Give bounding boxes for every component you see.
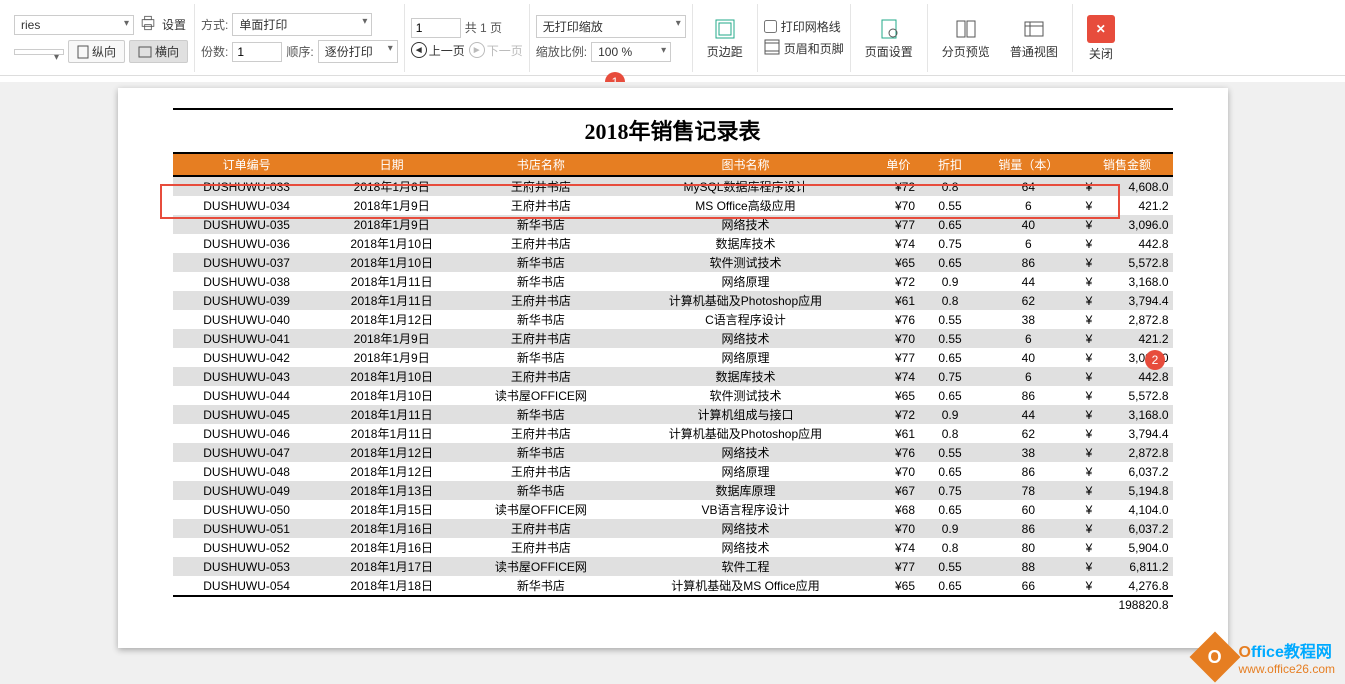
table-row: DUSHUWU-0542018年1月18日新华书店计算机基础及MS Office… bbox=[173, 576, 1173, 596]
table-row: DUSHUWU-0492018年1月13日新华书店数据库原理¥670.7578¥… bbox=[173, 481, 1173, 500]
normal-view-button[interactable]: 普通视图 bbox=[1002, 15, 1066, 62]
copies-input[interactable] bbox=[232, 42, 282, 62]
sales-table: 订单编号日期书店名称图书名称单价折扣销量（本）销售金额 DUSHUWU-0332… bbox=[173, 152, 1173, 613]
margins-button[interactable]: 页边距 bbox=[699, 15, 751, 62]
table-row: DUSHUWU-0352018年1月9日新华书店网络技术¥770.6540¥3,… bbox=[173, 215, 1173, 234]
table-header: 折扣 bbox=[925, 153, 975, 176]
paper-dropdown[interactable] bbox=[14, 49, 64, 55]
copies-label: 份数: bbox=[201, 43, 228, 60]
portrait-button[interactable]: 纵向 bbox=[68, 40, 125, 63]
mode-dropdown[interactable]: 单面打印 bbox=[232, 13, 372, 36]
page-input[interactable] bbox=[411, 18, 461, 38]
zoom-ratio-dropdown[interactable]: 100 % bbox=[591, 42, 671, 62]
table-row: DUSHUWU-0432018年1月10日王府井书店数据库技术¥740.756¥… bbox=[173, 367, 1173, 386]
gridlines-checkbox[interactable]: 打印网格线 bbox=[764, 18, 844, 35]
order-label: 顺序: bbox=[286, 43, 313, 60]
table-header: 书店名称 bbox=[463, 153, 620, 176]
order-dropdown[interactable]: 逐份打印 bbox=[318, 40, 398, 63]
page-total-label: 共 1 页 bbox=[465, 19, 502, 36]
table-row: DUSHUWU-0512018年1月16日王府井书店网络技术¥700.986¥6… bbox=[173, 519, 1173, 538]
table-row: DUSHUWU-0402018年1月12日新华书店C语言程序设计¥760.553… bbox=[173, 310, 1173, 329]
table-row: DUSHUWU-0332018年1月6日王府井书店MySQL数据库程序设计¥72… bbox=[173, 176, 1173, 196]
printer-icon bbox=[138, 13, 158, 36]
close-button[interactable]: ✕ 关闭 bbox=[1079, 13, 1123, 64]
next-page-button[interactable]: ►下一页 bbox=[469, 42, 523, 59]
table-row: DUSHUWU-0422018年1月9日新华书店网络原理¥770.6540¥3,… bbox=[173, 348, 1173, 367]
table-row: DUSHUWU-0392018年1月11日王府井书店计算机基础及Photosho… bbox=[173, 291, 1173, 310]
table-row: DUSHUWU-0462018年1月11日王府井书店计算机基础及Photosho… bbox=[173, 424, 1173, 443]
close-icon: ✕ bbox=[1087, 15, 1115, 43]
sheet-title: 2018年销售记录表 bbox=[173, 108, 1173, 146]
table-row: DUSHUWU-0372018年1月10日新华书店软件测试技术¥650.6586… bbox=[173, 253, 1173, 272]
table-row: DUSHUWU-0482018年1月12日王府井书店网络原理¥700.6586¥… bbox=[173, 462, 1173, 481]
table-row: DUSHUWU-0522018年1月16日王府井书店网络技术¥740.880¥5… bbox=[173, 538, 1173, 557]
prev-page-button[interactable]: ◄上一页 bbox=[411, 42, 465, 59]
preview-area: 2018年销售记录表 订单编号日期书店名称图书名称单价折扣销量（本）销售金额 D… bbox=[0, 82, 1345, 684]
page-setup-icon bbox=[877, 17, 901, 41]
table-header: 销售金额 bbox=[1082, 153, 1173, 176]
watermark-icon: O bbox=[1189, 632, 1240, 683]
table-header: 销量（本） bbox=[975, 153, 1081, 176]
table-row: DUSHUWU-0472018年1月12日新华书店网络技术¥760.5538¥2… bbox=[173, 443, 1173, 462]
margins-icon bbox=[713, 17, 737, 41]
header-footer-button[interactable]: 页眉和页脚 bbox=[764, 39, 844, 58]
page-setup-button[interactable]: 页面设置 bbox=[857, 15, 921, 62]
table-header: 订单编号 bbox=[173, 153, 321, 176]
header-footer-icon bbox=[764, 39, 780, 58]
table-row: DUSHUWU-0442018年1月10日读书屋OFFICE网软件测试技术¥65… bbox=[173, 386, 1173, 405]
table-row: DUSHUWU-0412018年1月9日王府井书店网络技术¥700.556¥42… bbox=[173, 329, 1173, 348]
table-row: DUSHUWU-0342018年1月9日王府井书店MS Office高级应用¥7… bbox=[173, 196, 1173, 215]
table-header: 日期 bbox=[321, 153, 463, 176]
pagebreak-preview-button[interactable]: 分页预览 bbox=[934, 15, 998, 62]
total-row: 198820.8 bbox=[173, 596, 1173, 613]
table-row: DUSHUWU-0382018年1月11日新华书店网络原理¥720.944¥3,… bbox=[173, 272, 1173, 291]
callout-2: 2 bbox=[1145, 350, 1165, 370]
mode-label: 方式: bbox=[201, 16, 228, 33]
ribbon: ries 设置 纵向 横向 方式: 单面打印 份数: 顺序: 逐份打印 共 1 … bbox=[0, 0, 1345, 76]
watermark: O Office教程网 www.office26.com bbox=[1197, 638, 1336, 676]
normal-view-icon bbox=[1022, 17, 1046, 41]
table-row: DUSHUWU-0362018年1月10日王府井书店数据库技术¥740.756¥… bbox=[173, 234, 1173, 253]
table-row: DUSHUWU-0502018年1月15日读书屋OFFICE网VB语言程序设计¥… bbox=[173, 500, 1173, 519]
landscape-button[interactable]: 横向 bbox=[129, 40, 188, 63]
zoom-ratio-label: 缩放比例: bbox=[536, 43, 587, 60]
table-header: 单价 bbox=[872, 153, 925, 176]
print-page: 2018年销售记录表 订单编号日期书店名称图书名称单价折扣销量（本）销售金额 D… bbox=[118, 88, 1228, 648]
table-row: DUSHUWU-0452018年1月11日新华书店计算机组成与接口¥720.94… bbox=[173, 405, 1173, 424]
pagebreak-icon bbox=[954, 17, 978, 41]
printer-dropdown[interactable]: ries bbox=[14, 15, 134, 35]
table-row: DUSHUWU-0532018年1月17日读书屋OFFICE网软件工程¥770.… bbox=[173, 557, 1173, 576]
settings-button[interactable]: 设置 bbox=[162, 16, 186, 33]
table-header: 图书名称 bbox=[619, 153, 872, 176]
zoom-mode-dropdown[interactable]: 无打印缩放 bbox=[536, 15, 686, 38]
